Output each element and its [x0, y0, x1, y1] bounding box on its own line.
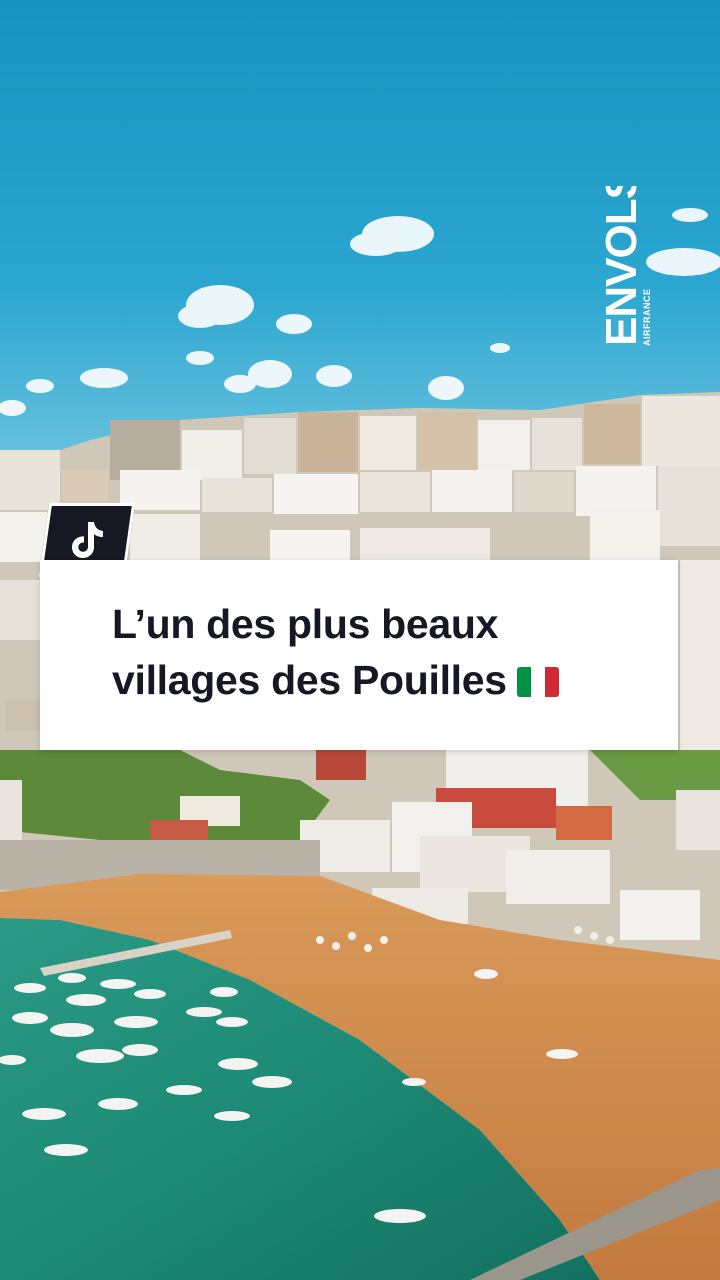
svg-text:AIRFRANCE: AIRFRANCE — [642, 289, 650, 347]
svg-text:ENVOLS: ENVOLS — [597, 186, 646, 346]
caption-line-2-text: villages des Pouilles — [112, 657, 507, 703]
caption-card: L’un des plus beaux villages des Pouille… — [40, 560, 678, 750]
caption-line-2: villages des Pouilles — [112, 652, 678, 708]
envols-watermark: ENVOLS AIRFRANCE — [578, 186, 650, 356]
italy-flag-icon — [516, 667, 559, 697]
caption-line-1: L’un des plus beaux — [112, 601, 499, 647]
tiktok-icon — [72, 522, 103, 558]
